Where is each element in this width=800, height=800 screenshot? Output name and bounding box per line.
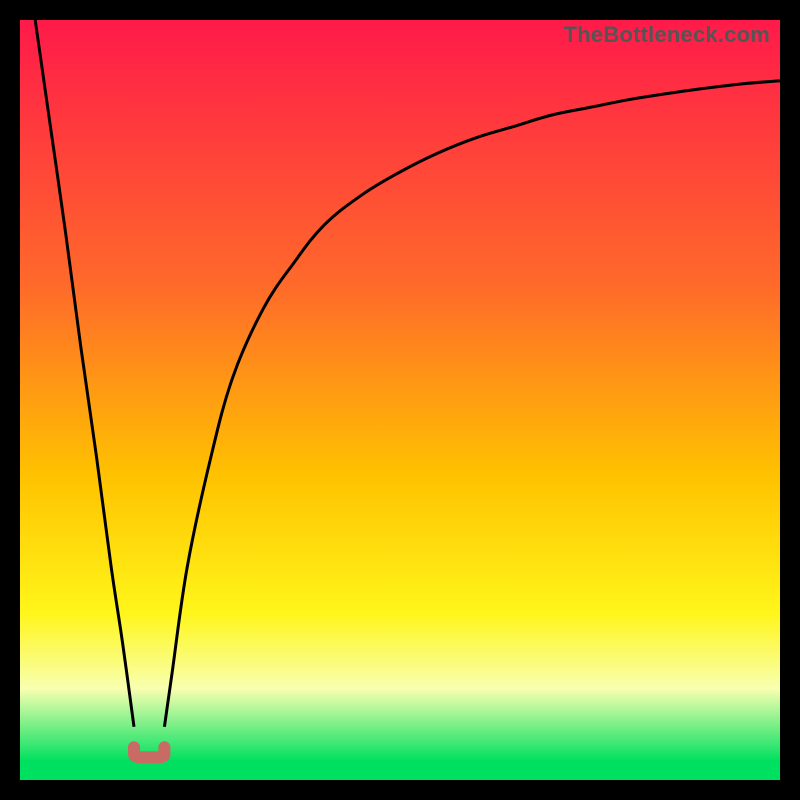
gradient-background	[20, 20, 780, 780]
chart-frame: TheBottleneck.com	[20, 20, 780, 780]
chart-svg	[20, 20, 780, 780]
watermark-text: TheBottleneck.com	[564, 22, 770, 48]
